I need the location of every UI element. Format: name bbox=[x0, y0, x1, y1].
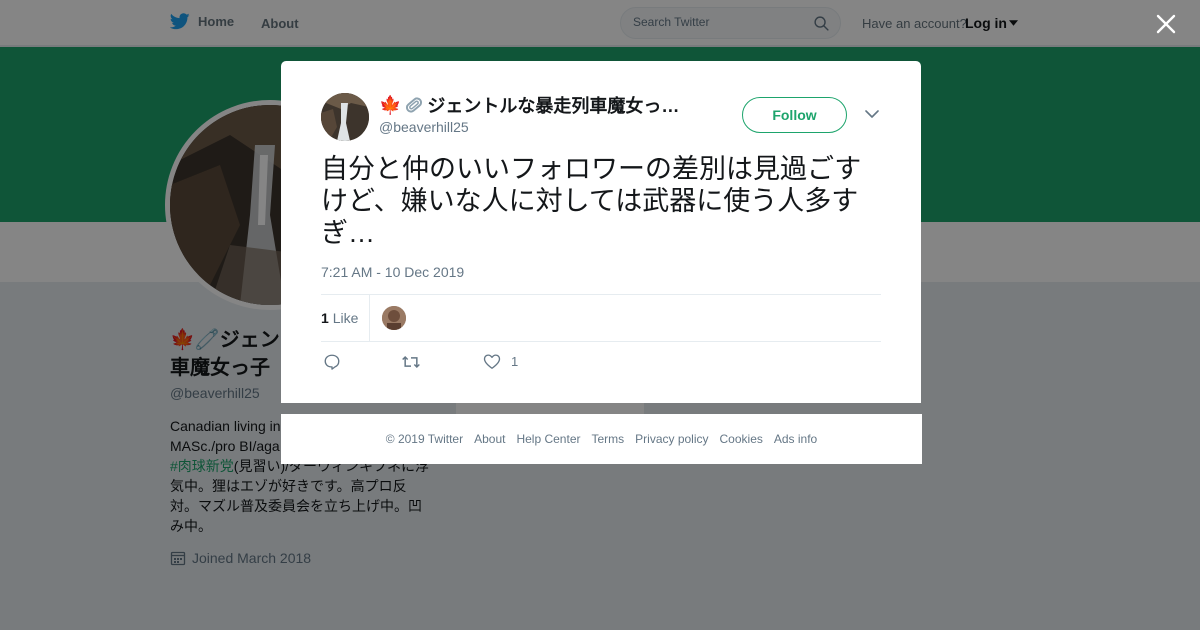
maple-leaf-emoji: 🍁 bbox=[379, 94, 402, 115]
like-action-count: 1 bbox=[511, 354, 519, 369]
follow-button[interactable]: Follow bbox=[742, 97, 847, 133]
tweet-author-name-text: ジェントルな暴走列車魔女っ… bbox=[427, 96, 680, 116]
tweet-timestamp[interactable]: 7:21 AM - 10 Dec 2019 bbox=[321, 264, 464, 280]
liker-avatar[interactable] bbox=[382, 306, 406, 330]
like-button[interactable]: 1 bbox=[483, 353, 518, 370]
modal-footer: © 2019 Twitter About Help Center Terms P… bbox=[281, 414, 922, 464]
tweet-modal: 🍁 ジェントルな暴走列車魔女っ… @beaverhill25 Follow 自分… bbox=[281, 61, 921, 403]
like-label: Like bbox=[332, 310, 359, 326]
tweet-author-name[interactable]: 🍁 ジェントルな暴走列車魔女っ… bbox=[379, 92, 679, 118]
retweet-button[interactable] bbox=[401, 353, 421, 371]
waterfall-thumbnail bbox=[321, 93, 369, 141]
reply-icon bbox=[324, 354, 340, 370]
tweet-text: 自分と仲のいいフォロワーの差別は見過ごすけど、嫌いな人に対しては武器に使う人多す… bbox=[321, 154, 862, 248]
footer-link-cookies[interactable]: Cookies bbox=[720, 432, 763, 446]
footer-link-privacy[interactable]: Privacy policy bbox=[635, 432, 708, 446]
like-count: 1 bbox=[321, 310, 329, 326]
footer-copyright: © 2019 Twitter bbox=[385, 432, 464, 446]
tweet-author-handle[interactable]: @beaverhill25 bbox=[379, 119, 469, 135]
footer-link-help-center[interactable]: Help Center bbox=[516, 432, 580, 446]
likes-stat[interactable]: 1 Like bbox=[321, 310, 358, 326]
reply-button[interactable] bbox=[323, 353, 341, 371]
retweet-icon bbox=[402, 355, 420, 369]
footer-link-ads-info[interactable]: Ads info bbox=[774, 432, 817, 446]
tweet-actions: 1 bbox=[321, 351, 881, 375]
liker-photo bbox=[382, 306, 406, 330]
tweet-stats: 1 Like bbox=[321, 294, 881, 342]
paperclip-icon bbox=[406, 97, 423, 113]
heart-icon bbox=[483, 354, 501, 369]
footer-link-terms[interactable]: Terms bbox=[591, 432, 624, 446]
tweet-author-avatar[interactable] bbox=[321, 93, 369, 141]
footer-link-about[interactable]: About bbox=[474, 432, 505, 446]
close-icon[interactable] bbox=[1155, 13, 1177, 35]
stat-divider bbox=[369, 295, 370, 341]
chevron-down-icon[interactable] bbox=[865, 109, 879, 119]
